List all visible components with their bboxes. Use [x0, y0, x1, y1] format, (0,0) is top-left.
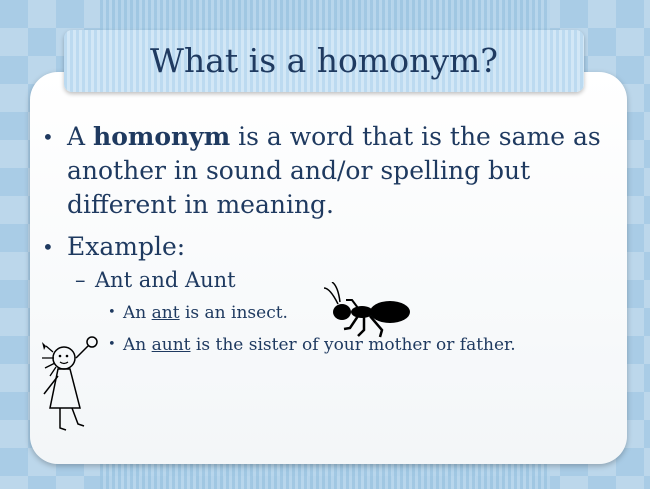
dash-icon: –	[75, 268, 86, 292]
definition-prefix: A	[67, 122, 86, 151]
pair-text: Ant and Aunt	[95, 268, 236, 292]
bullet-dot-icon: •	[42, 235, 54, 259]
definition-term: homonym	[93, 122, 231, 151]
ant-word: ant	[151, 303, 180, 323]
bullet-dot-icon: •	[108, 305, 116, 320]
aunt-sentence-before: An	[123, 335, 147, 355]
ant-sentence-after: is an insect.	[184, 303, 288, 323]
title-banner: What is a homonym?	[64, 30, 584, 92]
slide-title: What is a homonym?	[150, 41, 498, 80]
bullet-definition: • A homonym is a word that is the same a…	[40, 120, 625, 222]
ant-clipart-icon	[324, 282, 410, 338]
bullet-dot-icon: •	[108, 337, 116, 352]
aunt-word: aunt	[151, 335, 191, 355]
example-label: Example:	[67, 232, 186, 261]
ant-sentence-before: An	[123, 303, 147, 323]
girl-stick-figure-icon	[42, 336, 98, 431]
bullet-dot-icon: •	[42, 125, 54, 149]
bullet-example: • Example:	[40, 230, 625, 264]
